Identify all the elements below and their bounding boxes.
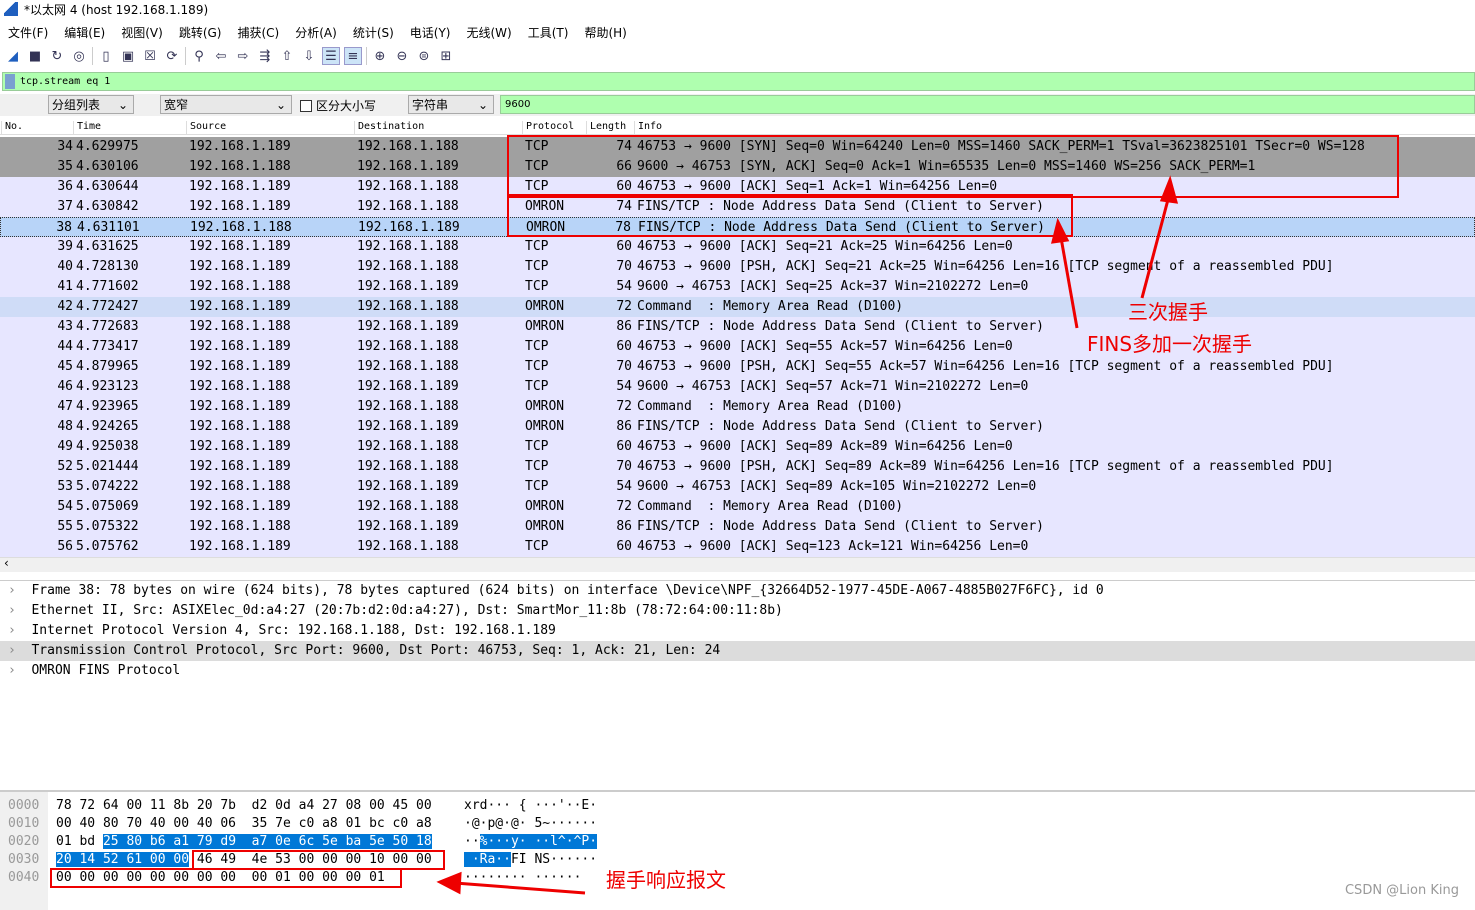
arrow-handshake xyxy=(1140,191,1172,299)
annotation-arrows xyxy=(436,175,1179,895)
arrow-fins xyxy=(1058,231,1079,329)
annotation-fins-handshake: FINS多加一次握手 xyxy=(1087,332,1253,356)
arrow-response xyxy=(454,881,586,895)
annotation-handshake: 三次握手 xyxy=(1128,300,1208,324)
watermark: CSDN @Lion King xyxy=(1344,883,1459,898)
annotation-response: 握手响应报文 xyxy=(606,868,726,892)
